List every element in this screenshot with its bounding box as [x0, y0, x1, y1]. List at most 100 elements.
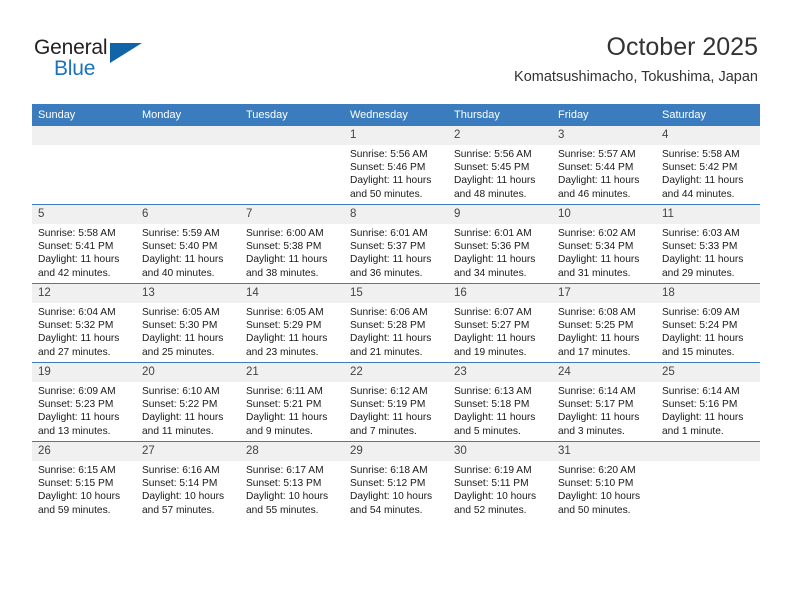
daylight-text-line2: and 54 minutes. [350, 504, 423, 516]
calendar-day-cell-empty [656, 441, 760, 520]
sunrise-text: Sunrise: 6:08 AM [558, 307, 636, 318]
sunrise-text: Sunrise: 6:17 AM [246, 465, 324, 476]
calendar-day-cell[interactable]: 30 Sunrise: 6:19 AM Sunset: 5:11 PM Dayligh… [448, 441, 552, 520]
daylight-text-line1: Daylight: 11 hours [350, 412, 432, 424]
day-number: 2 [448, 126, 552, 145]
sunrise-text: Sunrise: 5:57 AM [558, 149, 636, 160]
sunrise-text: Sunrise: 6:00 AM [246, 228, 324, 239]
calendar-day-cell[interactable]: 20 Sunrise: 6:10 AM Sunset: 5:22 PM Dayligh… [136, 362, 240, 442]
calendar-day-cell[interactable]: 9 Sunrise: 6:01 AM Sunset: 5:36 PM Daylight… [448, 204, 552, 284]
general-blue-logo[interactable]: General Blue [34, 36, 164, 84]
calendar-day-cell[interactable]: 17 Sunrise: 6:08 AM Sunset: 5:25 PM Dayligh… [552, 283, 656, 363]
calendar-day-cell[interactable]: 26 Sunrise: 6:15 AM Sunset: 5:15 PM Dayligh… [32, 441, 136, 520]
sunrise-text: Sunrise: 6:01 AM [350, 228, 428, 239]
daylight-text-line2: and 7 minutes. [350, 425, 417, 437]
daylight-text-line2: and 13 minutes. [38, 425, 111, 437]
calendar-day-cell[interactable]: 3 Sunrise: 5:57 AM Sunset: 5:44 PM Daylight… [552, 126, 656, 205]
sunrise-text: Sunrise: 6:20 AM [558, 465, 636, 476]
page-subtitle: Komatsushimacho, Tokushima, Japan [514, 69, 758, 85]
sunset-text: Sunset: 5:18 PM [454, 399, 530, 411]
calendar-day-cell[interactable]: 8 Sunrise: 6:01 AM Sunset: 5:37 PM Daylight… [344, 204, 448, 284]
weekday-header-tuesday: Tuesday [240, 104, 344, 126]
calendar-day-cell[interactable]: 12 Sunrise: 6:04 AM Sunset: 5:32 PM Dayligh… [32, 283, 136, 363]
daylight-text-line2: and 21 minutes. [350, 346, 423, 358]
day-sun-info: Sunrise: 5:59 AM Sunset: 5:40 PM Daylight:… [136, 224, 240, 280]
daylight-text-line1: Daylight: 11 hours [662, 175, 744, 187]
calendar-day-cell[interactable]: 10 Sunrise: 6:02 AM Sunset: 5:34 PM Dayligh… [552, 204, 656, 284]
calendar-day-cell[interactable]: 11 Sunrise: 6:03 AM Sunset: 5:33 PM Dayligh… [656, 204, 760, 284]
calendar-day-cell[interactable]: 24 Sunrise: 6:14 AM Sunset: 5:17 PM Dayligh… [552, 362, 656, 442]
calendar-day-cell[interactable]: 14 Sunrise: 6:05 AM Sunset: 5:29 PM Dayligh… [240, 283, 344, 363]
sunrise-text: Sunrise: 6:03 AM [662, 228, 740, 239]
calendar-day-cell[interactable]: 27 Sunrise: 6:16 AM Sunset: 5:14 PM Dayligh… [136, 441, 240, 520]
sunrise-text: Sunrise: 6:16 AM [142, 465, 220, 476]
sunrise-text: Sunrise: 6:14 AM [662, 386, 740, 397]
day-number: 20 [136, 363, 240, 382]
day-number: 14 [240, 284, 344, 303]
sunset-text: Sunset: 5:33 PM [662, 241, 738, 253]
sunrise-text: Sunrise: 6:04 AM [38, 307, 116, 318]
sunrise-text: Sunrise: 6:06 AM [350, 307, 428, 318]
daylight-text-line1: Daylight: 11 hours [246, 412, 328, 424]
day-number [240, 126, 344, 145]
calendar-table: Sunday Monday Tuesday Wednesday Thursday… [32, 104, 760, 520]
day-number: 25 [656, 363, 760, 382]
calendar-day-cell[interactable]: 18 Sunrise: 6:09 AM Sunset: 5:24 PM Dayligh… [656, 283, 760, 363]
sunrise-text: Sunrise: 6:01 AM [454, 228, 532, 239]
sunset-text: Sunset: 5:34 PM [558, 241, 634, 253]
day-number: 18 [656, 284, 760, 303]
sunset-text: Sunset: 5:41 PM [38, 241, 114, 253]
calendar-day-cell[interactable]: 2 Sunrise: 5:56 AM Sunset: 5:45 PM Daylight… [448, 126, 552, 205]
calendar-day-cell-empty [240, 126, 344, 205]
sunset-text: Sunset: 5:37 PM [350, 241, 426, 253]
calendar-week-row: 12 Sunrise: 6:04 AM Sunset: 5:32 PM Dayligh… [32, 283, 760, 363]
day-sun-info: Sunrise: 6:04 AM Sunset: 5:32 PM Daylight:… [32, 303, 136, 359]
sunset-text: Sunset: 5:44 PM [558, 162, 634, 174]
calendar-day-cell[interactable]: 23 Sunrise: 6:13 AM Sunset: 5:18 PM Dayligh… [448, 362, 552, 442]
day-sun-info [240, 145, 344, 148]
daylight-text-line1: Daylight: 11 hours [142, 254, 224, 266]
calendar-day-cell[interactable]: 31 Sunrise: 6:20 AM Sunset: 5:10 PM Dayligh… [552, 441, 656, 520]
day-number: 22 [344, 363, 448, 382]
calendar-day-cell[interactable]: 13 Sunrise: 6:05 AM Sunset: 5:30 PM Dayligh… [136, 283, 240, 363]
day-number: 13 [136, 284, 240, 303]
calendar-day-cell[interactable]: 4 Sunrise: 5:58 AM Sunset: 5:42 PM Daylight… [656, 126, 760, 205]
day-sun-info: Sunrise: 6:07 AM Sunset: 5:27 PM Daylight:… [448, 303, 552, 359]
day-sun-info: Sunrise: 6:09 AM Sunset: 5:23 PM Daylight:… [32, 382, 136, 438]
calendar-day-cell[interactable]: 25 Sunrise: 6:14 AM Sunset: 5:16 PM Dayligh… [656, 362, 760, 442]
calendar-day-cell[interactable]: 1 Sunrise: 5:56 AM Sunset: 5:46 PM Daylight… [344, 126, 448, 205]
daylight-text-line2: and 55 minutes. [246, 504, 319, 516]
calendar-day-cell[interactable]: 29 Sunrise: 6:18 AM Sunset: 5:12 PM Dayligh… [344, 441, 448, 520]
calendar-day-cell[interactable]: 19 Sunrise: 6:09 AM Sunset: 5:23 PM Dayligh… [32, 362, 136, 442]
calendar-day-cell[interactable]: 16 Sunrise: 6:07 AM Sunset: 5:27 PM Dayligh… [448, 283, 552, 363]
day-sun-info: Sunrise: 6:05 AM Sunset: 5:30 PM Daylight:… [136, 303, 240, 359]
calendar-day-cell[interactable]: 22 Sunrise: 6:12 AM Sunset: 5:19 PM Dayligh… [344, 362, 448, 442]
day-number: 28 [240, 442, 344, 461]
sunset-text: Sunset: 5:16 PM [662, 399, 738, 411]
day-sun-info: Sunrise: 5:57 AM Sunset: 5:44 PM Daylight:… [552, 145, 656, 201]
day-sun-info [32, 145, 136, 148]
daylight-text-line2: and 9 minutes. [246, 425, 313, 437]
calendar-day-cell[interactable]: 6 Sunrise: 5:59 AM Sunset: 5:40 PM Daylight… [136, 204, 240, 284]
calendar-day-cell[interactable]: 5 Sunrise: 5:58 AM Sunset: 5:41 PM Daylight… [32, 204, 136, 284]
calendar-day-cell[interactable]: 21 Sunrise: 6:11 AM Sunset: 5:21 PM Dayligh… [240, 362, 344, 442]
daylight-text-line1: Daylight: 10 hours [38, 491, 121, 503]
day-number: 26 [32, 442, 136, 461]
day-number: 5 [32, 205, 136, 224]
day-sun-info: Sunrise: 5:56 AM Sunset: 5:45 PM Daylight:… [448, 145, 552, 201]
daylight-text-line2: and 34 minutes. [454, 267, 527, 279]
calendar-day-cell[interactable]: 28 Sunrise: 6:17 AM Sunset: 5:13 PM Dayligh… [240, 441, 344, 520]
daylight-text-line2: and 27 minutes. [38, 346, 111, 358]
weekday-header-saturday: Saturday [656, 104, 760, 126]
daylight-text-line1: Daylight: 10 hours [454, 491, 537, 503]
sunset-text: Sunset: 5:21 PM [246, 399, 322, 411]
calendar-day-cell-empty [32, 126, 136, 205]
day-number: 29 [344, 442, 448, 461]
daylight-text-line2: and 5 minutes. [454, 425, 521, 437]
daylight-text-line1: Daylight: 11 hours [142, 333, 224, 345]
daylight-text-line1: Daylight: 11 hours [38, 412, 120, 424]
calendar-day-cell[interactable]: 15 Sunrise: 6:06 AM Sunset: 5:28 PM Dayligh… [344, 283, 448, 363]
daylight-text-line1: Daylight: 10 hours [350, 491, 433, 503]
sunset-text: Sunset: 5:12 PM [350, 478, 426, 490]
calendar-day-cell[interactable]: 7 Sunrise: 6:00 AM Sunset: 5:38 PM Daylight… [240, 204, 344, 284]
